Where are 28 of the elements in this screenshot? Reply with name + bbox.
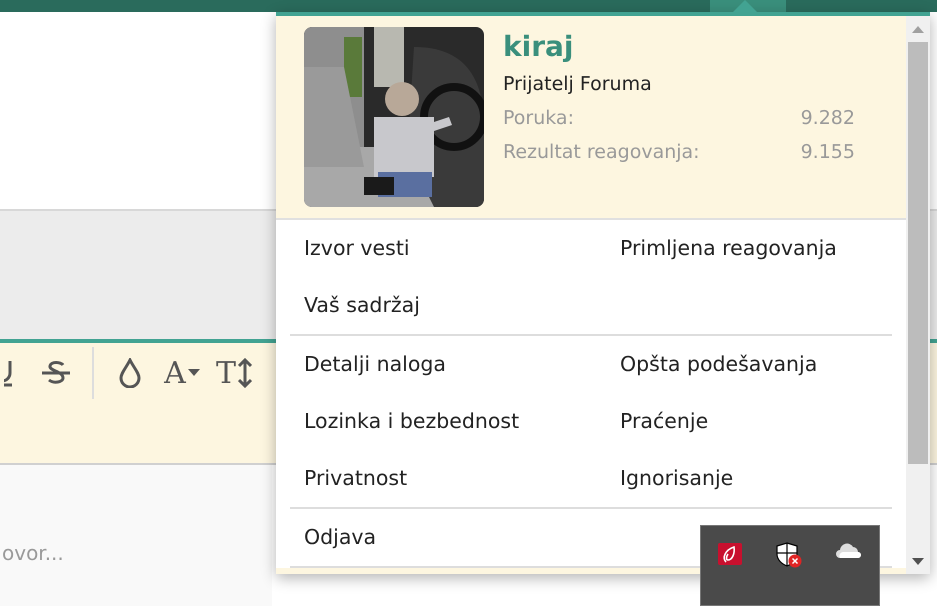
stat-value: 9.155 — [800, 140, 855, 165]
menu-link[interactable]: Izvor vesti — [304, 220, 410, 277]
stat-label: Poruka: — [503, 106, 574, 131]
font-size-button[interactable]: T — [208, 343, 260, 403]
up-down-arrow-icon — [238, 358, 252, 388]
menu-link[interactable]: Praćenje — [620, 393, 708, 450]
user-name[interactable]: kiraj — [503, 29, 855, 65]
caret-icon — [188, 369, 200, 377]
scrollbar[interactable] — [906, 16, 930, 574]
menu-link[interactable]: Opšta podešavanja — [620, 336, 818, 393]
menu-link[interactable]: Vaš sadržaj — [304, 277, 420, 334]
menu-link[interactable]: Primljena reagovanja — [620, 220, 837, 277]
menu-link[interactable]: Ignorisanje — [620, 450, 734, 507]
user-title: Prijatelj Foruma — [503, 72, 653, 97]
font-style-button[interactable]: A — [156, 343, 208, 403]
scroll-down-icon[interactable] — [912, 558, 924, 564]
drop-icon — [119, 358, 141, 388]
leaf-app-icon[interactable] — [718, 542, 742, 566]
reply-field[interactable]: ovor... — [0, 465, 272, 606]
stat-value: 9.282 — [800, 106, 855, 131]
menu-link[interactable]: Privatnost — [304, 450, 408, 507]
menu-link[interactable]: Lozinka i bezbednost — [304, 393, 520, 450]
menu-link[interactable]: Detalji naloga — [304, 336, 446, 393]
scroll-thumb[interactable] — [908, 42, 928, 464]
menu-link[interactable]: Odjava — [304, 509, 376, 566]
stat-label: Rezultat reagovanja: — [503, 140, 700, 165]
shield-warning-icon[interactable] — [776, 542, 802, 568]
cloud-icon[interactable] — [836, 542, 862, 558]
